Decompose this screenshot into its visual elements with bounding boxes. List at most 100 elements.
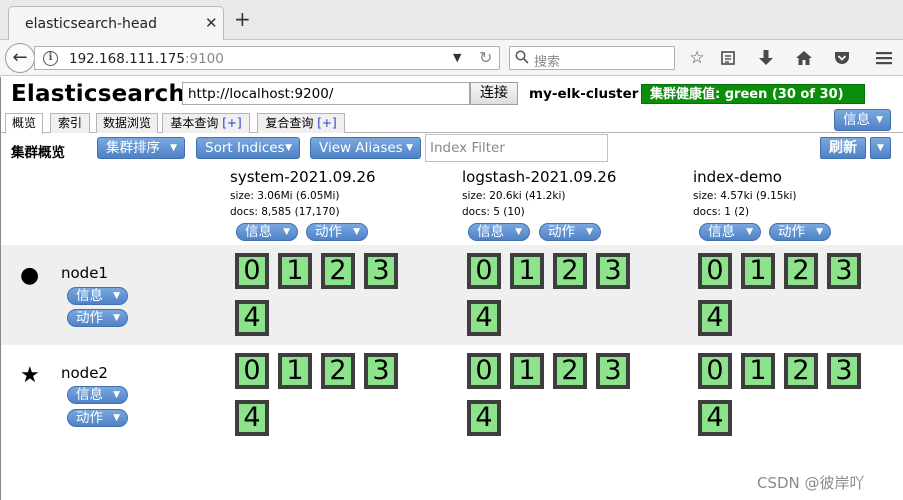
node-info-button[interactable]: 信息 ▼ <box>67 287 128 305</box>
shard-1[interactable]: 1 <box>741 253 775 289</box>
refresh-button[interactable]: 刷新 <box>820 137 866 159</box>
node-name: node1 <box>61 264 108 282</box>
shard-3[interactable]: 3 <box>596 253 630 289</box>
cluster-sort-button[interactable]: 集群排序 ▼ <box>97 137 185 159</box>
app-title: Elasticsearch <box>11 81 186 107</box>
index-header-index-demo: index-demo size: 4.57ki (9.15ki) docs: 1… <box>693 168 903 244</box>
app-tab-bar: 概览 索引 数据浏览 基本查询 [+] 复合查询 [+] <box>0 111 903 134</box>
shard-3[interactable]: 3 <box>827 353 861 389</box>
browser-tab-title: elasticsearch-head <box>25 16 157 32</box>
button-label: 集群排序 <box>106 140 160 156</box>
sort-indices-button[interactable]: Sort Indices ▼ <box>196 137 300 159</box>
index-info-button[interactable]: 信息 ▼ <box>468 223 530 241</box>
view-aliases-button[interactable]: View Aliases ▼ <box>310 137 421 159</box>
index-name: logstash-2021.09.26 <box>462 168 617 186</box>
connection-url-input[interactable] <box>182 82 470 105</box>
browser-nav-bar: ← i 192.168.111.175:9100 ▼ ↻ 搜索 ☆ <box>0 40 903 76</box>
shard-2[interactable]: 2 <box>321 253 355 289</box>
caret-down-icon: ▼ <box>113 390 120 400</box>
shard-2[interactable]: 2 <box>321 353 355 389</box>
app-header: Elasticsearch 连接 my-elk-cluster 集群健康值: g… <box>0 77 903 111</box>
node-action-button[interactable]: 动作 ▼ <box>67 409 128 427</box>
index-info-button[interactable]: 信息 ▼ <box>236 223 298 241</box>
caret-down-icon: ▼ <box>406 143 413 153</box>
refresh-options-caret-icon[interactable]: ▼ <box>870 137 891 159</box>
browser-tab[interactable]: elasticsearch-head ✕ <box>8 6 224 40</box>
shard-2[interactable]: 2 <box>553 353 587 389</box>
tab-indices[interactable]: 索引 <box>50 113 90 133</box>
shard-1[interactable]: 1 <box>278 253 312 289</box>
caret-down-icon: ▼ <box>283 227 290 237</box>
shard-2[interactable]: 2 <box>784 353 818 389</box>
info-label: 信息 <box>843 112 870 128</box>
index-filter-input[interactable] <box>425 134 608 162</box>
site-info-icon[interactable]: i <box>43 51 58 66</box>
url-history-dropdown-icon[interactable]: ▼ <box>453 51 461 64</box>
tab-label: 索引 <box>57 116 82 130</box>
pocket-save-icon[interactable] <box>831 47 853 69</box>
download-arrow-icon[interactable] <box>755 47 777 69</box>
back-arrow-icon[interactable]: ← <box>5 43 35 73</box>
caret-down-icon: ▼ <box>170 143 177 153</box>
shard-0[interactable]: 0 <box>467 353 501 389</box>
shard-1[interactable]: 1 <box>741 353 775 389</box>
shard-3[interactable]: 3 <box>364 353 398 389</box>
close-tab-icon[interactable]: ✕ <box>205 14 218 32</box>
search-placeholder: 搜索 <box>534 55 561 70</box>
index-action-button[interactable]: 动作 ▼ <box>306 223 368 241</box>
new-tab-icon[interactable]: + <box>234 9 251 29</box>
shard-4[interactable]: 4 <box>698 400 732 436</box>
url-host: 192.168.111.175 <box>69 51 185 67</box>
shard-4[interactable]: 4 <box>467 300 501 336</box>
shard-0[interactable]: 0 <box>698 253 732 289</box>
shard-0[interactable]: 0 <box>698 353 732 389</box>
shard-0[interactable]: 0 <box>235 353 269 389</box>
connect-button[interactable]: 连接 <box>470 82 518 105</box>
node-info-button[interactable]: 信息 ▼ <box>67 386 128 404</box>
reader-list-icon[interactable] <box>717 47 739 69</box>
hamburger-menu-icon[interactable] <box>873 47 895 69</box>
reload-icon[interactable]: ↻ <box>479 48 492 67</box>
index-action-button[interactable]: 动作 ▼ <box>769 223 831 241</box>
index-header-system: system-2021.09.26 size: 3.06Mi (6.05Mi) … <box>230 168 450 244</box>
health-label: 集群健康值: <box>650 87 725 102</box>
page-left-border <box>0 77 1 500</box>
index-action-button[interactable]: 动作 ▼ <box>539 223 601 241</box>
url-text[interactable]: 192.168.111.175:9100 <box>69 51 224 67</box>
shard-1[interactable]: 1 <box>278 353 312 389</box>
index-info-button[interactable]: 信息 ▼ <box>699 223 761 241</box>
shard-4[interactable]: 4 <box>235 400 269 436</box>
shard-3[interactable]: 3 <box>827 253 861 289</box>
index-size: size: 20.6ki (41.2ki) <box>462 190 566 202</box>
tab-overview[interactable]: 概览 <box>5 113 43 134</box>
shard-2[interactable]: 2 <box>784 253 818 289</box>
tab-compound-query[interactable]: 复合查询 [+] <box>257 113 345 133</box>
tab-basic-query[interactable]: 基本查询 [+] <box>162 113 250 133</box>
home-icon[interactable] <box>793 47 815 69</box>
shard-3[interactable]: 3 <box>596 353 630 389</box>
node-name: node2 <box>61 364 108 382</box>
index-name: index-demo <box>693 168 782 186</box>
index-name: system-2021.09.26 <box>230 168 376 186</box>
search-icon <box>515 50 529 64</box>
browser-search-box[interactable]: 搜索 <box>509 46 675 70</box>
shard-4[interactable]: 4 <box>467 400 501 436</box>
button-label: 动作 <box>315 224 342 240</box>
node-action-button[interactable]: 动作 ▼ <box>67 309 128 327</box>
tab-data-browser[interactable]: 数据浏览 <box>96 113 158 133</box>
shard-0[interactable]: 0 <box>235 253 269 289</box>
shard-0[interactable]: 0 <box>467 253 501 289</box>
url-bar[interactable]: i 192.168.111.175:9100 ▼ ↻ <box>34 46 500 70</box>
shard-1[interactable]: 1 <box>510 353 544 389</box>
shard-3[interactable]: 3 <box>364 253 398 289</box>
shard-4[interactable]: 4 <box>235 300 269 336</box>
bookmark-star-icon[interactable]: ☆ <box>686 47 708 69</box>
cluster-health-badge: 集群健康值: green (30 of 30) <box>641 84 865 104</box>
shard-2[interactable]: 2 <box>553 253 587 289</box>
tab-add-icon[interactable]: [+] <box>317 116 336 130</box>
tab-add-icon[interactable]: [+] <box>222 116 241 130</box>
shard-1[interactable]: 1 <box>510 253 544 289</box>
cluster-name: my-elk-cluster <box>529 86 639 102</box>
info-menu-button[interactable]: 信息 ▼ <box>834 109 891 131</box>
shard-4[interactable]: 4 <box>698 300 732 336</box>
